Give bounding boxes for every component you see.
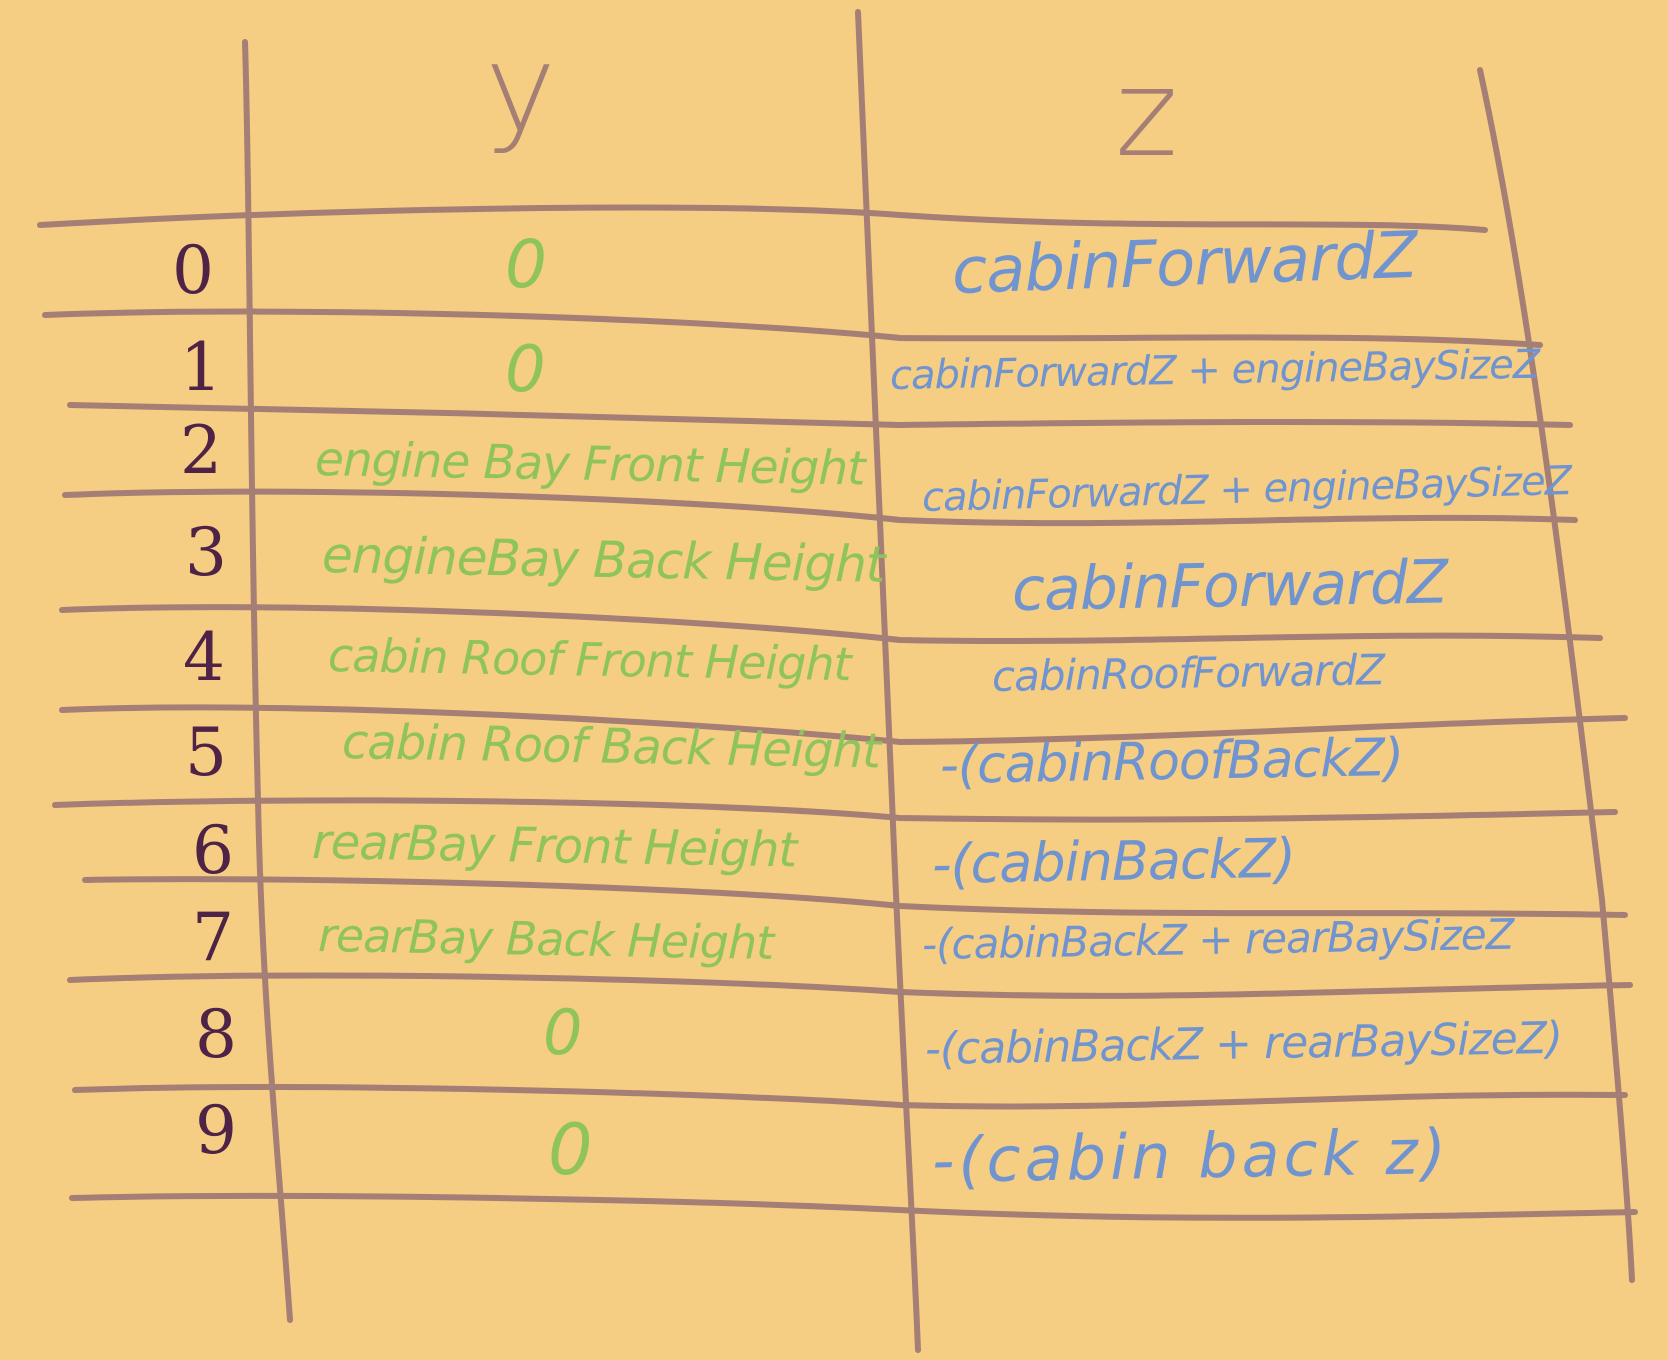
y-value: 0	[505, 226, 547, 303]
row-line	[67, 402, 1573, 428]
row-index: 9	[195, 1092, 237, 1169]
z-value: cabinRoofForwardZ	[991, 645, 1385, 701]
row-line	[52, 797, 1618, 823]
row-index: 3	[185, 514, 227, 591]
row-index: 4	[183, 619, 225, 696]
row-line	[67, 972, 1633, 999]
row-index: 7	[192, 899, 234, 976]
z-value: -(cabinBackZ + rearBaySizeZ)	[924, 1012, 1563, 1075]
row-index: 6	[192, 812, 234, 889]
y-value: cabin Roof Front Height	[327, 628, 852, 692]
divider-index-y	[242, 39, 293, 1323]
column-header-z: z	[1115, 45, 1178, 184]
row-line	[82, 876, 1628, 918]
row-line	[69, 1192, 1638, 1221]
y-value: rearBay Front Height	[311, 814, 797, 879]
z-value: -(cabin back z)	[931, 1114, 1451, 1197]
divider-right-edge	[1477, 67, 1635, 1283]
y-value: rearBay Back Height	[317, 908, 774, 970]
z-value: -(cabinRoofBackZ)	[939, 727, 1404, 796]
y-value: engine Bay Front Height	[314, 432, 866, 497]
row-index: 1	[180, 329, 222, 406]
z-value: cabinForwardZ	[1011, 547, 1448, 625]
z-value: -(cabinBackZ + rearBaySizeZ	[921, 909, 1514, 969]
row-line	[72, 1084, 1628, 1110]
row-index: 5	[185, 714, 227, 791]
z-value: -(cabinBackZ)	[931, 826, 1296, 896]
row-index: 0	[172, 232, 214, 309]
y-value: cabin Roof Back Height	[341, 714, 881, 780]
y-value: 0	[543, 996, 582, 1069]
y-value: engineBay Back Height	[321, 526, 885, 594]
z-value: cabinForwardZ + engineBaySizeZ	[889, 341, 1540, 399]
row-index: 8	[195, 996, 237, 1073]
row-index: 2	[180, 412, 222, 489]
column-header-y: y	[485, 20, 557, 159]
y-value: 0	[548, 1109, 593, 1191]
z-value: cabinForwardZ	[950, 218, 1419, 309]
row-line	[42, 308, 1543, 348]
y-value: 0	[505, 333, 546, 407]
